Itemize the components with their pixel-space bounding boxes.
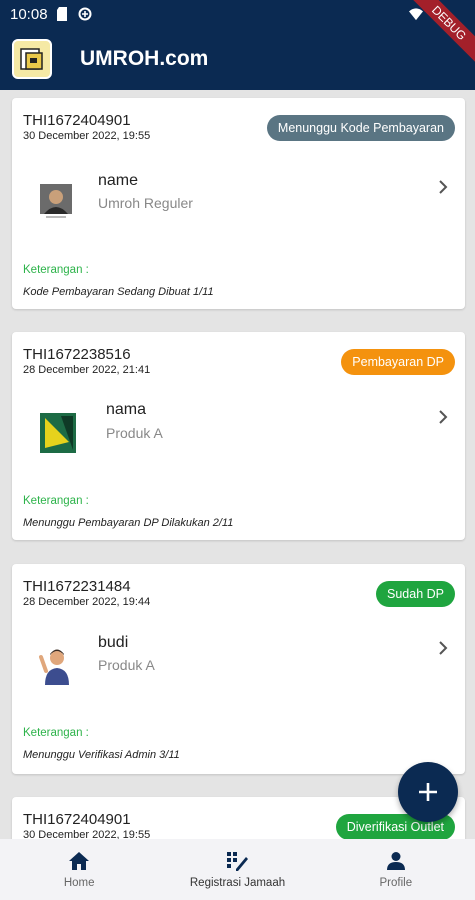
- nav-profile[interactable]: Profile: [317, 839, 475, 900]
- keterangan-text: Menunggu Verifikasi Admin 3/11: [23, 749, 180, 761]
- registration-date: 28 December 2022, 19:44: [23, 596, 151, 608]
- registration-date: 30 December 2022, 19:55: [23, 130, 151, 142]
- chevron-right-icon[interactable]: [435, 640, 451, 656]
- nav-registrasi-jamaah[interactable]: Registrasi Jamaah: [158, 839, 316, 900]
- product-name: Produk A: [106, 425, 163, 441]
- app-title: UMROH.com: [80, 47, 209, 70]
- bottom-navigation: Home Registrasi Jamaah Profile: [0, 839, 475, 900]
- app-logo: [12, 39, 52, 79]
- registration-card[interactable]: THI1672231484 28 December 2022, 19:44 Su…: [12, 564, 465, 774]
- registration-date: 28 December 2022, 21:41: [23, 364, 151, 376]
- jamaah-name: name: [98, 172, 139, 189]
- registration-code: THI1672404901: [23, 112, 131, 129]
- jamaah-name: budi: [98, 634, 129, 651]
- jamaah-name: nama: [106, 401, 147, 418]
- add-registration-button[interactable]: [398, 762, 458, 822]
- chevron-right-icon[interactable]: [435, 409, 451, 425]
- app-bar: UMROH.com: [0, 28, 475, 90]
- registration-card[interactable]: THI1672238516 28 December 2022, 21:41 Pe…: [12, 332, 465, 540]
- waving-person-icon: [36, 644, 76, 688]
- status-badge: Pembayaran DP: [341, 349, 455, 375]
- registration-code: THI1672404901: [23, 811, 131, 828]
- registration-code: THI1672238516: [23, 346, 131, 363]
- registration-card[interactable]: THI1672404901 30 December 2022, 19:55 Me…: [12, 98, 465, 309]
- person-icon: [386, 852, 405, 870]
- sd-card-icon: [56, 7, 70, 21]
- keterangan-text: Menunggu Pembayaran DP Dilakukan 2/11: [23, 517, 234, 529]
- wifi-icon: [409, 7, 423, 21]
- nav-home-label: Home: [63, 877, 95, 889]
- person-photo-icon: [36, 180, 76, 224]
- nav-home[interactable]: Home: [0, 839, 158, 900]
- status-badge: Menunggu Kode Pembayaran: [266, 115, 455, 141]
- product-name: Produk A: [98, 657, 155, 673]
- product-name: Umroh Reguler: [98, 195, 193, 211]
- nav-profile-label: Profile: [379, 877, 413, 889]
- plus-icon: [419, 783, 437, 801]
- data-saver-icon: [78, 7, 92, 21]
- keterangan-label: Keterangan :: [23, 264, 89, 276]
- status-badge: Sudah DP: [376, 581, 455, 607]
- keterangan-text: Kode Pembayaran Sedang Dibuat 1/11: [23, 286, 214, 298]
- nav-registrasi-label: Registrasi Jamaah: [189, 877, 286, 889]
- keterangan-label: Keterangan :: [23, 727, 89, 739]
- status-time: 10:08: [10, 5, 48, 23]
- home-icon: [69, 852, 90, 870]
- registration-icon: [227, 852, 249, 871]
- keterangan-label: Keterangan :: [23, 495, 89, 507]
- book-cover-icon: [38, 411, 78, 455]
- status-bar: 10:08: [0, 0, 475, 28]
- chevron-right-icon[interactable]: [435, 179, 451, 195]
- registration-code: THI1672231484: [23, 578, 131, 595]
